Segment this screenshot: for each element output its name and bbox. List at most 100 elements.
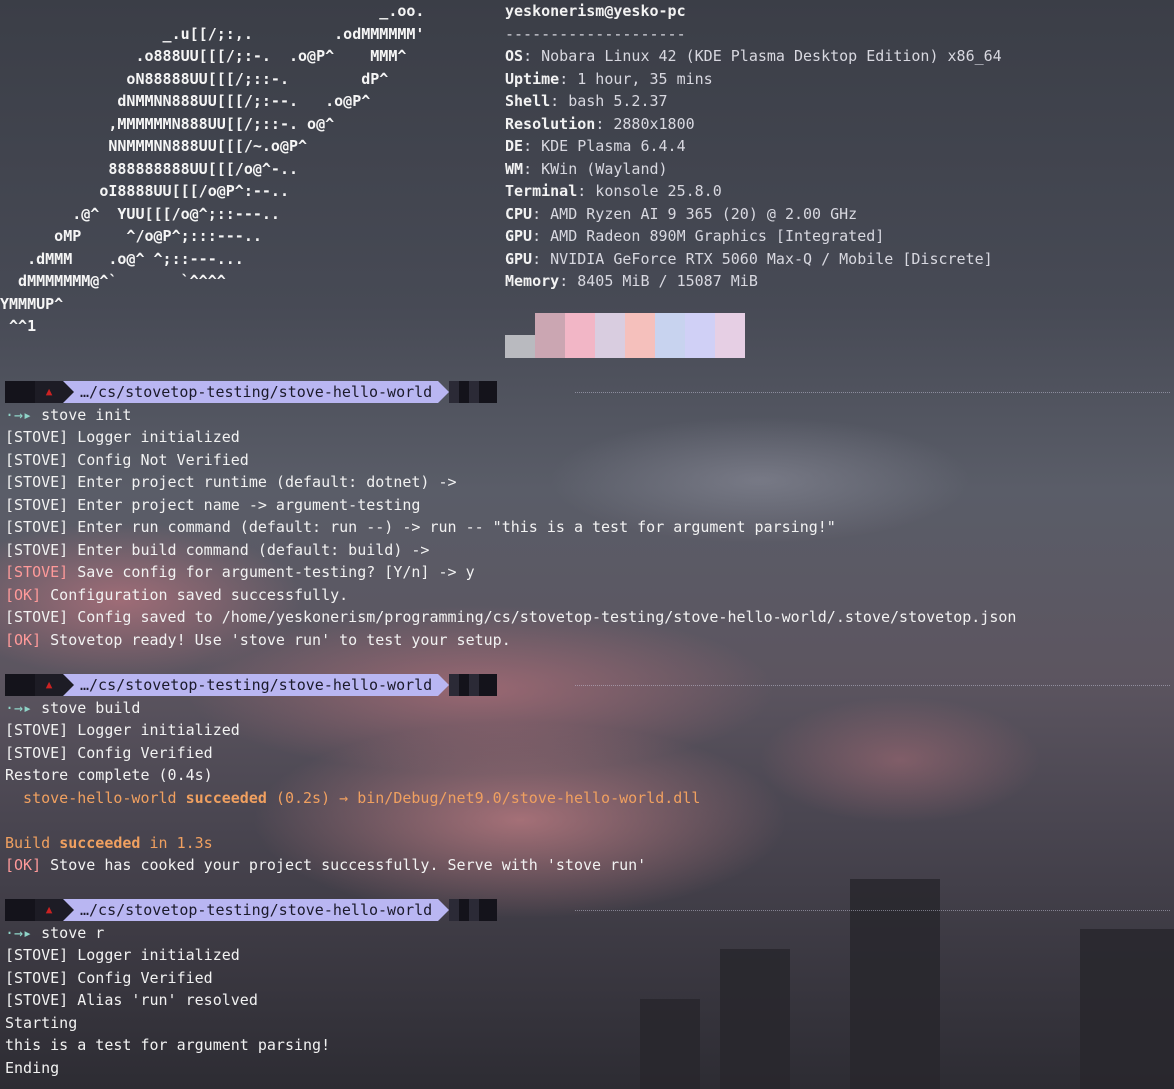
output-text: this is a test for argument parsing! — [5, 1036, 331, 1054]
output-text: Restore complete (0.4s) — [5, 766, 213, 784]
output-text: [STOVE] Logger initialized — [5, 721, 240, 739]
output-prefix: Build — [5, 833, 60, 852]
output-line: Build succeeded in 1.3s — [5, 832, 213, 855]
logo-line: ,MMMMMMN888UU[[/;::-. o@^ — [0, 114, 335, 133]
top-hat-icon: ▲ — [35, 899, 63, 921]
status-tag: [OK] — [5, 856, 42, 874]
output-line: [STOVE] Config Not Verified — [5, 449, 249, 472]
logo-line: .@^ YUU[[[/o@^;::---.. — [0, 204, 280, 223]
logo-line: dMMMMMMM@^` `^^^^ — [0, 272, 226, 290]
output-line: Starting — [5, 1012, 77, 1035]
output-text: [STOVE] Enter project name -> argument-t… — [5, 495, 421, 514]
prompt-tail — [449, 899, 498, 921]
output-line: [STOVE] Enter project name -> argument-t… — [5, 494, 420, 517]
output-text: [STOVE] Logger initialized — [5, 428, 240, 446]
top-hat-icon: ▲ — [35, 381, 63, 403]
logo-line: 888888888UU[[[/o@^-.. — [0, 159, 299, 178]
info-key: GPU — [505, 227, 533, 245]
prompt-arrow-icon: ·→▸ — [5, 698, 42, 717]
cwd-path: …/cs/stovetop-testing/stove-hello-world — [74, 899, 439, 921]
powerline-separator-icon — [63, 381, 74, 403]
output-line: Restore complete (0.4s) — [5, 764, 213, 787]
output-line: [STOVE] Config Verified — [5, 967, 213, 990]
info-key: Shell — [505, 92, 551, 110]
output-status-word: succeeded — [59, 833, 141, 852]
info-key: Resolution — [505, 114, 596, 133]
output-line: [STOVE] Config saved to /home/yeskoneris… — [5, 606, 1016, 629]
info-value: : KWin (Wayland) — [523, 159, 668, 178]
prompt-segment — [5, 381, 35, 403]
prompt-segment — [5, 674, 35, 696]
powerline-separator-icon — [438, 899, 450, 921]
command-line[interactable]: ·→▸ stove build — [5, 697, 140, 720]
palette-swatch — [655, 313, 685, 358]
info-row: OS: Nobara Linux 42 (KDE Plasma Desktop … — [505, 45, 1002, 68]
output-text: [STOVE] Logger initialized — [5, 946, 240, 964]
prompt-fill-dots — [575, 685, 1170, 688]
palette-swatch — [685, 313, 715, 358]
output-line: [OK] Configuration saved successfully. — [5, 584, 348, 607]
output-line: [STOVE] Enter build command (default: bu… — [5, 539, 429, 562]
info-row: GPU: AMD Radeon 890M Graphics [Integrate… — [505, 225, 1002, 248]
terminal-window[interactable]: _.oo. _.u[[/;:,. .odMMMMMM' .o888UU[[[/;… — [0, 0, 1174, 1089]
info-key: CPU — [505, 204, 533, 223]
info-key: Uptime — [505, 69, 560, 88]
info-value: : NVIDIA GeForce RTX 5060 Max-Q / Mobile… — [532, 249, 993, 268]
output-text: Ending — [5, 1058, 60, 1077]
info-row: WM: KWin (Wayland) — [505, 158, 1002, 181]
palette-swatch — [715, 313, 745, 358]
output-line: [STOVE] Enter run command (default: run … — [5, 516, 836, 539]
command-text: stove init — [41, 405, 132, 424]
info-row: Uptime: 1 hour, 35 mins — [505, 68, 1002, 91]
output-prefix: stove-hello-world — [5, 788, 186, 807]
palette-swatch — [535, 313, 565, 358]
prompt-segment — [5, 899, 35, 921]
info-value: : KDE Plasma 6.4.4 — [523, 137, 686, 155]
output-text: [STOVE] Config Verified — [5, 743, 213, 762]
cwd-path: …/cs/stovetop-testing/stove-hello-world — [74, 674, 439, 696]
prompt-fill-dots — [575, 910, 1170, 913]
logo-line: .dMMM .o@^ ^;::---... — [0, 249, 244, 268]
color-palette — [505, 313, 745, 358]
info-row: Shell: bash 5.2.37 — [505, 90, 1002, 113]
output-text: Stove has cooked your project successful… — [41, 856, 647, 874]
prompt-arrow-icon: ·→▸ — [5, 923, 42, 942]
command-text: stove build — [41, 698, 141, 717]
info-value: : 2880x1800 — [595, 114, 695, 133]
distro-ascii-logo: _.oo. _.u[[/;:,. .odMMMMMM' .o888UU[[[/;… — [0, 0, 424, 338]
top-hat-icon: ▲ — [35, 674, 63, 696]
prompt-tail — [449, 381, 498, 403]
powerline-separator-icon — [63, 899, 74, 921]
output-text: [STOVE] Alias 'run' resolved — [5, 991, 258, 1009]
output-text: in 1.3s — [140, 833, 213, 852]
output-line: Ending — [5, 1057, 59, 1080]
output-text: [STOVE] Enter project runtime (default: … — [5, 473, 457, 491]
output-status-word: succeeded — [185, 788, 267, 807]
output-text: Starting — [5, 1013, 78, 1032]
info-key: Terminal — [505, 182, 578, 200]
info-row: CPU: AMD Ryzen AI 9 365 (20) @ 2.00 GHz — [505, 203, 1002, 226]
logo-line: oN88888UU[[[/;::-. dP^ — [0, 69, 389, 88]
palette-swatch — [565, 313, 595, 358]
info-value: : AMD Radeon 890M Graphics [Integrated] — [532, 227, 885, 245]
output-line: [STOVE] Config Verified — [5, 742, 213, 765]
info-value: : 8405 MiB / 15087 MiB — [559, 272, 758, 290]
info-key: GPU — [505, 249, 533, 268]
output-line: [STOVE] Logger initialized — [5, 719, 240, 742]
logo-line: ^^1 — [0, 317, 37, 335]
info-value: : 1 hour, 35 mins — [559, 69, 713, 88]
info-value: : Nobara Linux 42 (KDE Plasma Desktop Ed… — [523, 47, 1002, 65]
output-text: Stovetop ready! Use 'stove run' to test … — [41, 630, 511, 649]
logo-line: _.oo. — [0, 2, 425, 20]
output-line: [STOVE] Logger initialized — [5, 426, 240, 449]
info-row: Resolution: 2880x1800 — [505, 113, 1002, 136]
command-line[interactable]: ·→▸ stove init — [5, 404, 131, 427]
output-line: [STOVE] Alias 'run' resolved — [5, 989, 258, 1012]
output-text: Configuration saved successfully. — [41, 585, 349, 604]
output-line: [STOVE] Save config for argument-testing… — [5, 561, 475, 584]
status-tag: [OK] — [5, 630, 42, 649]
output-line: [STOVE] Enter project runtime (default: … — [5, 471, 457, 494]
info-row: DE: KDE Plasma 6.4.4 — [505, 135, 1002, 158]
output-line: stove-hello-world succeeded (0.2s) → bin… — [5, 787, 700, 810]
command-line[interactable]: ·→▸ stove r — [5, 922, 104, 945]
